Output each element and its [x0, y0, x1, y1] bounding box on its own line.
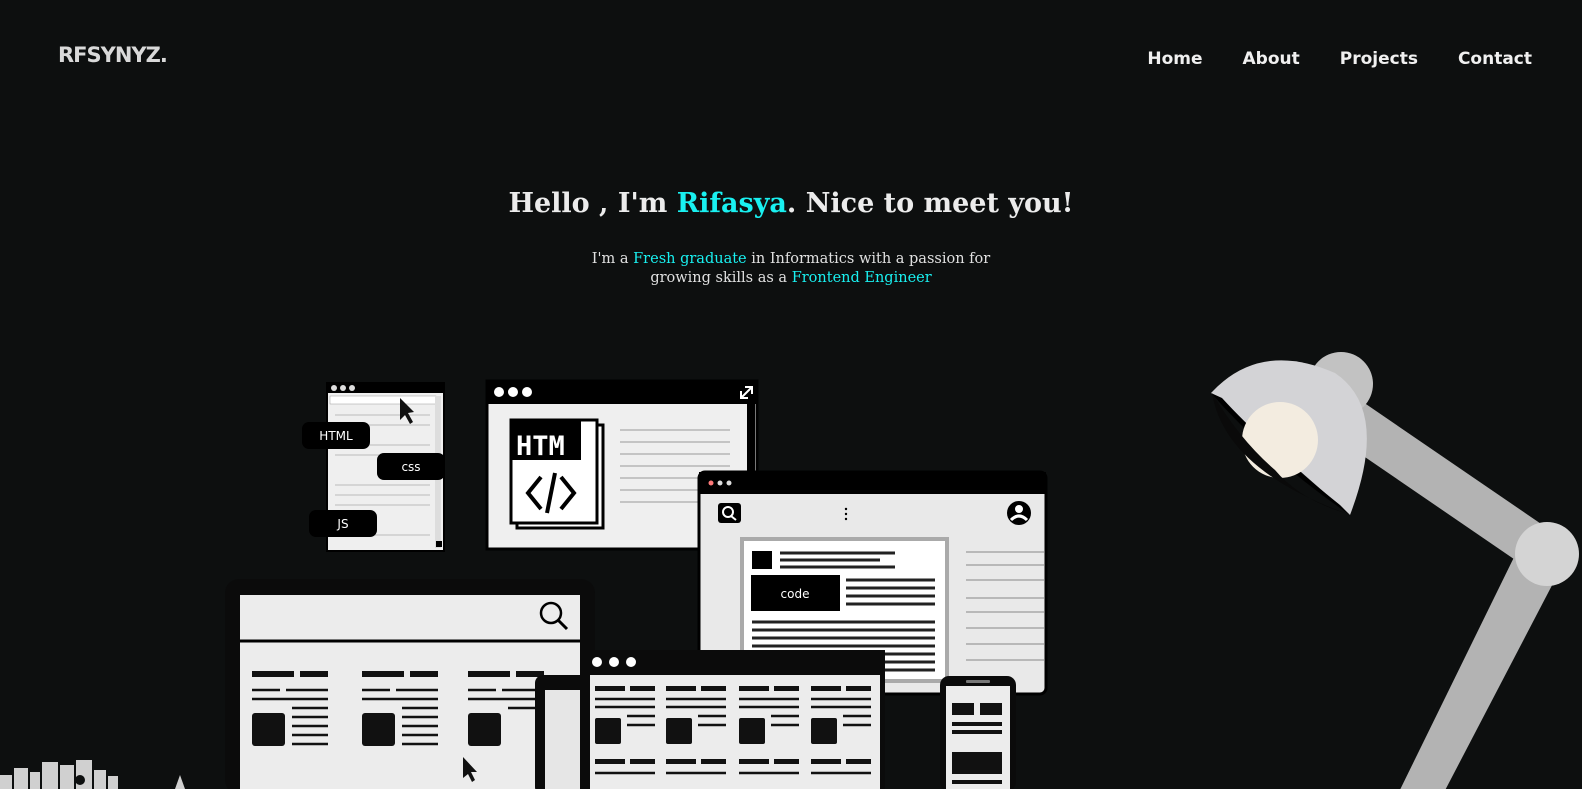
books-decoration	[0, 760, 185, 789]
svg-text:css: css	[401, 460, 420, 474]
svg-text:HTML: HTML	[319, 429, 353, 443]
desk-lamp	[1211, 352, 1579, 789]
svg-text:HTM: HTM	[516, 431, 565, 462]
tag-js: JS	[309, 510, 377, 537]
tag-html: HTML	[302, 422, 370, 449]
svg-text:code: code	[781, 587, 810, 601]
svg-text:JS: JS	[336, 517, 348, 531]
tag-css: css	[377, 453, 445, 480]
phone-mockup	[940, 676, 1016, 789]
grid-browser-window	[535, 650, 885, 789]
hero-illustration: HTML css JS HTM code	[0, 352, 1579, 789]
